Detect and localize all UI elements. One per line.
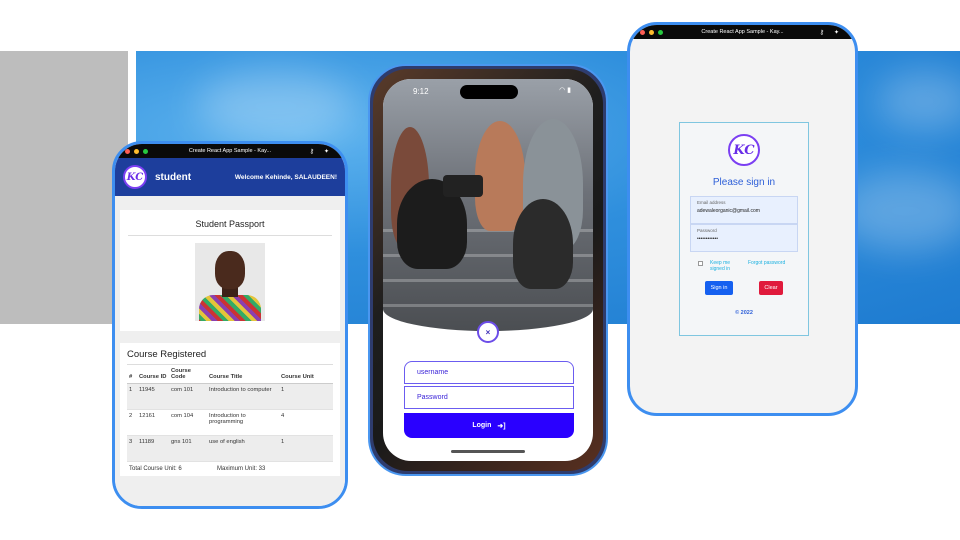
table-cell: 12161 bbox=[137, 409, 169, 436]
table-cell: com 101 bbox=[169, 383, 207, 410]
forgot-password-link[interactable]: Forgot password bbox=[748, 260, 785, 266]
login-label: Login bbox=[472, 422, 492, 429]
table-header: # bbox=[127, 365, 137, 384]
passport-title: Student Passport bbox=[128, 216, 332, 236]
clear-button[interactable]: Clear bbox=[759, 281, 783, 295]
brand-name[interactable]: student bbox=[155, 172, 191, 183]
password-label: Password bbox=[697, 228, 717, 233]
table-cell: 3 bbox=[127, 435, 137, 462]
table-cell: 4 bbox=[279, 409, 333, 436]
table-header: Course ID bbox=[137, 365, 169, 384]
window-titlebar: Create React App Sample - Kay... ⚷ ✦ bbox=[630, 25, 855, 39]
window-titlebar: Create React App Sample - Kay... ⚷ ✦ bbox=[115, 144, 345, 158]
student-dashboard-phone: Create React App Sample - Kay... ⚷ ✦ KC … bbox=[112, 141, 348, 509]
key-icon[interactable]: ⚷ bbox=[820, 29, 824, 36]
welcome-message: Welcome Kehinde, SALAUDEEN! bbox=[234, 173, 337, 181]
key-icon[interactable]: ⚷ bbox=[310, 148, 314, 155]
copyright: © 2022 bbox=[735, 310, 753, 316]
table-cell: 1 bbox=[279, 383, 333, 410]
app-header: KC student Welcome Kehinde, SALAUDEEN! bbox=[115, 158, 345, 196]
mobile-login-phone: 9:12 ◠ ▮ × username Password Login ➜] bbox=[368, 64, 608, 476]
password-input[interactable]: Password bbox=[404, 386, 574, 409]
table-header: Course Title bbox=[207, 365, 279, 384]
table-cell: Introduction to computer bbox=[207, 383, 279, 410]
table-header: Course Unit bbox=[279, 365, 333, 384]
course-registered-card: Course Registered # Course ID Course Cod… bbox=[120, 343, 340, 476]
username-input[interactable]: username bbox=[404, 361, 574, 384]
phone-screen: 9:12 ◠ ▮ × username Password Login ➜] bbox=[383, 79, 593, 461]
keep-signed-in-label[interactable]: Keep me signed in bbox=[710, 260, 740, 272]
sign-in-arrow-icon: ➜] bbox=[497, 422, 506, 430]
table-cell: 1 bbox=[127, 383, 137, 410]
students-photo bbox=[383, 79, 593, 331]
kc-logo: KC bbox=[728, 134, 760, 166]
table-cell: 11189 bbox=[137, 435, 169, 462]
table-cell: com 104 bbox=[169, 409, 207, 436]
signin-title: Please sign in bbox=[712, 177, 776, 188]
course-registered-title: Course Registered bbox=[127, 349, 333, 365]
email-label: Email address bbox=[697, 200, 726, 205]
total-course-unit: Total Course Unit: 6 bbox=[129, 466, 182, 472]
email-value: adewaleorganic@gmail.com bbox=[697, 208, 760, 214]
signin-phone: Create React App Sample - Kay... ⚷ ✦ KC … bbox=[627, 22, 858, 416]
table-cell: use of english bbox=[207, 435, 279, 462]
courses-table: # Course ID Course Code Course Title Cou… bbox=[127, 365, 333, 462]
password-value: •••••••••••• bbox=[697, 236, 719, 242]
signin-button[interactable]: Sign in bbox=[705, 281, 733, 295]
home-indicator bbox=[451, 450, 525, 453]
table-cell: 1 bbox=[279, 435, 333, 462]
table-cell: 2 bbox=[127, 409, 137, 436]
puzzle-icon[interactable]: ✦ bbox=[834, 29, 839, 36]
maximum-unit: Maximum Unit: 33 bbox=[217, 466, 266, 472]
table-row: 1 11945 com 101 Introduction to computer… bbox=[127, 383, 333, 410]
passport-card: Student Passport bbox=[120, 210, 340, 331]
table-row: 3 11189 gns 101 use of english 1 bbox=[127, 435, 333, 462]
signin-form: KC Please sign in Email address adewaleo… bbox=[679, 122, 809, 336]
student-passport-photo bbox=[195, 243, 265, 321]
table-row: 2 12161 com 104 Introduction to programm… bbox=[127, 409, 333, 436]
login-button[interactable]: Login ➜] bbox=[404, 413, 574, 438]
dynamic-island bbox=[460, 85, 518, 99]
background-gray-block bbox=[0, 51, 128, 324]
email-field[interactable]: Email address adewaleorganic@gmail.com bbox=[690, 196, 798, 224]
password-field[interactable]: Password •••••••••••• bbox=[690, 224, 798, 252]
puzzle-icon[interactable]: ✦ bbox=[324, 148, 329, 155]
table-header: Course Code bbox=[169, 365, 207, 384]
table-cell: 11945 bbox=[137, 383, 169, 410]
kc-logo[interactable]: KC bbox=[123, 165, 147, 189]
keep-signed-in-checkbox[interactable] bbox=[698, 261, 703, 266]
wifi-battery-icon: ◠ ▮ bbox=[559, 87, 571, 94]
table-cell: Introduction to programming bbox=[207, 409, 279, 436]
close-icon[interactable]: × bbox=[477, 321, 499, 343]
table-cell: gns 101 bbox=[169, 435, 207, 462]
status-time: 9:12 bbox=[413, 87, 429, 96]
